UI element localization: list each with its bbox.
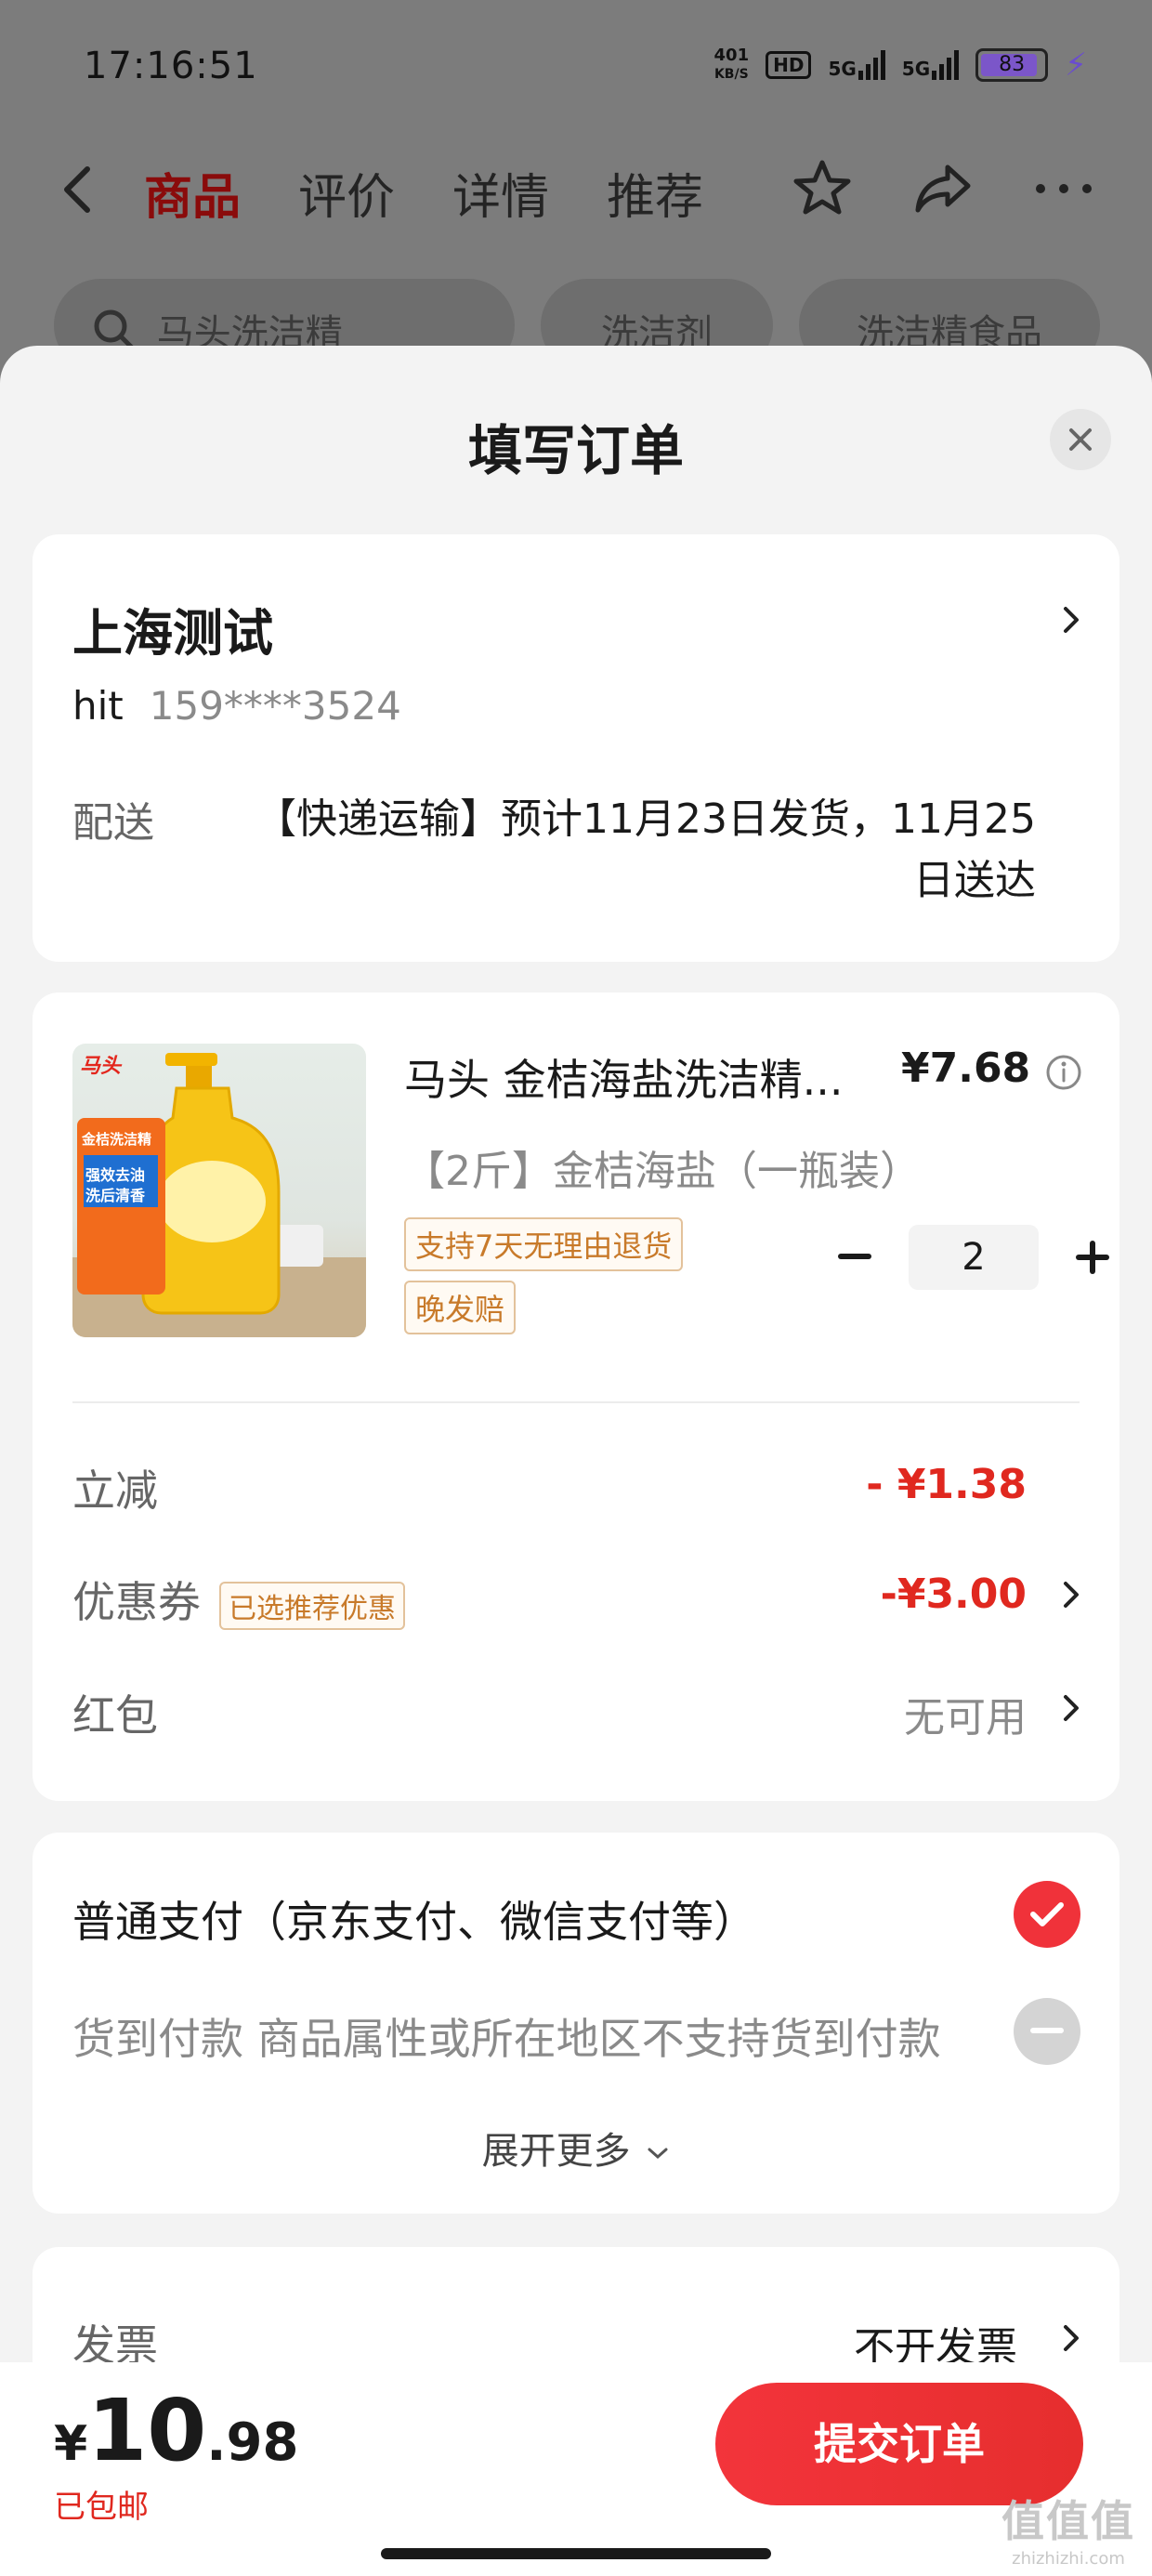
share-icon[interactable] <box>910 156 975 221</box>
address-contact: hit 159****3524 <box>72 683 401 729</box>
payment-card: 普通支付（京东支付、微信支付等） 货到付款 商品属性或所在地区不支持货到付款 展… <box>33 1833 1119 2214</box>
delivery-label: 配送 <box>72 799 154 847</box>
product-title[interactable]: 马头 金桔海盐洗洁精... <box>404 1046 869 1108</box>
image-line1-text: 金桔洗洁精 <box>82 1131 152 1148</box>
product-price: ¥7.68 <box>901 1045 1031 1092</box>
image-line3-text: 洗后清香 <box>85 1187 146 1204</box>
quantity-input[interactable]: 2 <box>909 1225 1039 1290</box>
product-card: 马头 金桔洗洁精 强效去油 洗后清香 马头 金桔海盐洗洁精... ¥7.68 【… <box>33 992 1119 1801</box>
divider <box>72 1401 1080 1403</box>
delivery-text: 【快递运输】预计11月23日发货，11月25 日送达 <box>255 795 1036 904</box>
address-name: 上海测试 <box>72 604 273 663</box>
sheet-title: 填写订单 <box>467 419 684 482</box>
signal-icon: 5G <box>828 50 885 80</box>
nav-tabs: 商品 评价 详情 推荐 <box>144 158 703 228</box>
contact-name: hit <box>72 683 124 729</box>
decrease-button[interactable] <box>818 1220 892 1295</box>
payment-cod: 货到付款 商品属性或所在地区不支持货到付款 <box>72 2014 941 2064</box>
chevron-right-icon <box>1060 2320 1082 2360</box>
redpacket-label[interactable]: 红包 <box>72 1682 158 1743</box>
top-nav: 商品 评价 详情 推荐 <box>0 139 1152 242</box>
home-indicator[interactable] <box>381 2548 771 2559</box>
free-shipping-label: 已包邮 <box>54 2489 149 2526</box>
status-bar: 17:16:51 401 KB/S HD 5G 5G 83 ⚡ <box>0 0 1152 139</box>
close-button[interactable] <box>1050 409 1111 470</box>
close-icon <box>1069 428 1092 451</box>
coupon-value[interactable]: -¥3.00 <box>881 1571 1027 1618</box>
star-icon[interactable] <box>790 156 855 221</box>
coupon-tag: 已选推荐优惠 <box>219 1581 405 1630</box>
order-sheet: 填写订单 上海测试 hit 159****3524 配送 【快递运输】预计11月2… <box>0 346 1152 2576</box>
check-icon[interactable] <box>1014 1881 1080 1948</box>
tab-details[interactable]: 详情 <box>452 158 549 228</box>
back-icon[interactable] <box>56 162 102 217</box>
order-total: ¥10.98 <box>54 2381 299 2480</box>
address-card[interactable]: 上海测试 hit 159****3524 配送 【快递运输】预计11月23日发货，… <box>33 534 1119 962</box>
contact-phone: 159****3524 <box>149 683 401 729</box>
quantity-stepper: 2 <box>818 1220 1130 1295</box>
charging-icon: ⚡ <box>1065 46 1087 84</box>
chevron-down-icon <box>648 2148 668 2160</box>
net-speed: 401 KB/S <box>713 46 750 83</box>
product-spec[interactable]: 【2斤】金桔海盐（一瓶装） <box>404 1137 921 1197</box>
tab-product[interactable]: 商品 <box>144 158 241 228</box>
signal-icon-2: 5G <box>902 50 960 80</box>
coupon-label: 优惠券 <box>72 1577 201 1627</box>
watermark: 值值值 zhizhizhi.com <box>1001 2496 1135 2569</box>
increase-button[interactable] <box>1055 1220 1130 1295</box>
tab-reviews[interactable]: 评价 <box>298 158 395 228</box>
chevron-right-icon <box>1060 601 1082 642</box>
late-delivery-tag: 晚发赔 <box>404 1281 517 1334</box>
chevron-right-icon <box>1060 1576 1082 1617</box>
more-icon[interactable] <box>1031 156 1096 221</box>
info-icon[interactable] <box>1045 1054 1082 1095</box>
expand-more-button[interactable]: 展开更多 <box>33 2121 1119 2175</box>
chevron-right-icon <box>1060 1689 1082 1730</box>
nav-actions <box>790 156 1096 221</box>
image-line2-text: 强效去油 <box>85 1166 146 1184</box>
status-icons: 401 KB/S HD 5G 5G 83 ⚡ <box>713 46 1087 85</box>
hd-badge: HD <box>766 51 812 79</box>
coupon-row[interactable]: 优惠券 已选推荐优惠 <box>72 1569 405 1630</box>
status-time: 17:16:51 <box>84 45 258 87</box>
return-policy-tag: 支持7天无理由退货 <box>404 1217 684 1271</box>
bottom-bar: ¥10.98 已包邮 提交订单 值值值 zhizhizhi.com <box>0 2362 1152 2576</box>
redpacket-value[interactable]: 无可用 <box>904 1684 1027 1743</box>
battery-icon: 83 <box>975 48 1049 82</box>
product-image[interactable]: 马头 金桔洗洁精 强效去油 洗后清香 <box>72 1044 366 1337</box>
instant-discount-label: 立减 <box>72 1465 158 1516</box>
image-brand-text: 马头 <box>80 1055 122 1078</box>
instant-discount-value: - ¥1.38 <box>866 1461 1027 1508</box>
payment-normal[interactable]: 普通支付（京东支付、微信支付等） <box>72 1888 756 1950</box>
disabled-icon <box>1014 1998 1080 2065</box>
tab-recommend[interactable]: 推荐 <box>607 158 703 228</box>
